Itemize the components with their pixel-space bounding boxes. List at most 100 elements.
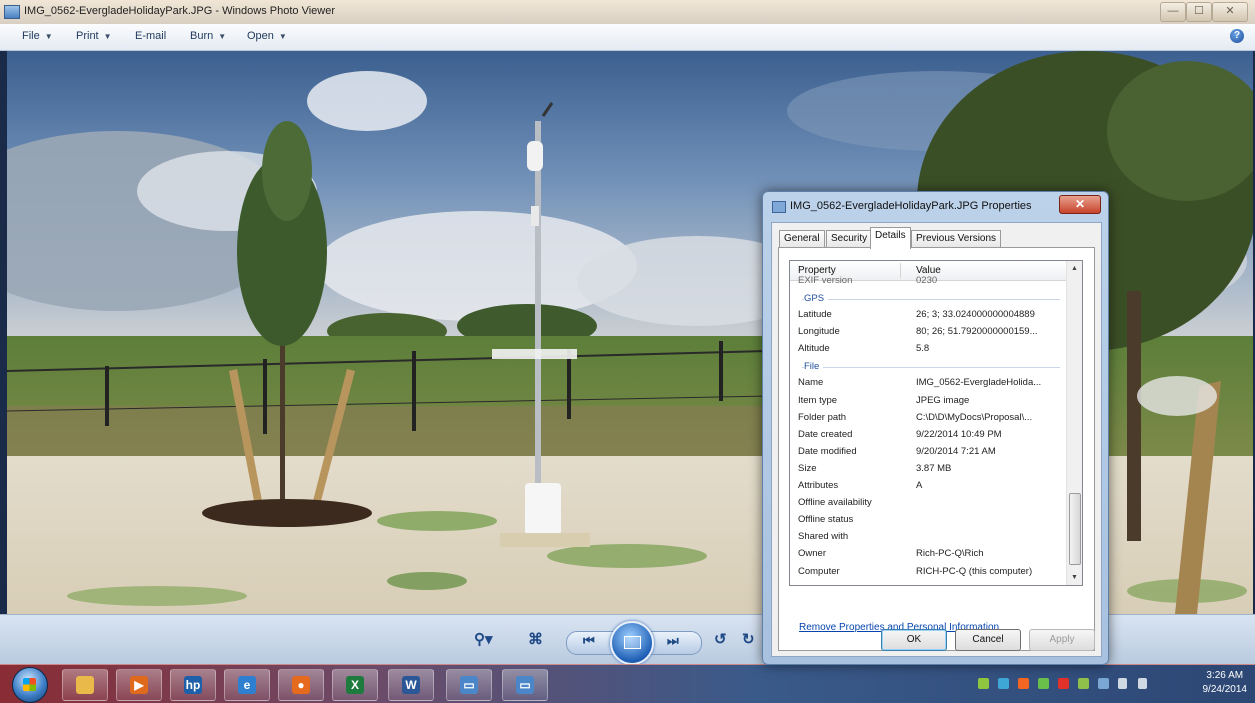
property-row[interactable]: Name IMG_0562-EvergladeHolida... [790,374,1066,391]
property-name: Latitude [798,309,832,321]
gps-rows: Latitude 26; 3; 33.024000000004889 Longitu… [790,306,1066,357]
file-rows: Name IMG_0562-EvergladeHolida... Item type… [790,374,1066,579]
tray-app-icon[interactable] [1078,678,1089,689]
help-icon[interactable]: ? [1230,29,1244,43]
volume-icon[interactable] [1138,678,1147,689]
property-row[interactable]: Folder path C:\D\D\MyDocs\Proposal\... [790,409,1066,426]
menu-file[interactable]: File ▼ [22,30,53,42]
property-value: 80; 26; 51.7920000000159... [916,326,1038,338]
clock-time: 3:26 AM [1206,670,1244,681]
property-row[interactable]: Latitude 26; 3; 33.024000000004889 [790,306,1066,323]
property-name: Altitude [798,343,830,355]
taskbar-media-player-button[interactable]: ▶ [116,669,162,701]
taskbar-photo-viewer-button[interactable]: ▭ [446,669,492,701]
property-value: 9/20/2014 7:21 AM [916,445,996,457]
cancel-button[interactable]: Cancel [955,629,1021,651]
clock[interactable]: 3:26 AM 9/24/2014 [1203,669,1248,697]
tab-previous-versions[interactable]: Previous Versions [911,230,1002,248]
menu-burn[interactable]: Burn ▼ [190,30,226,42]
taskbar-internet-explorer-button[interactable]: e [224,669,270,701]
menu-bar: File ▼ Print ▼ E-mail Burn ▼ Open ▼ ? [0,24,1255,51]
scrollbar-thumb[interactable] [1069,493,1081,565]
menu-burn-label: Burn [190,30,214,42]
tab-general[interactable]: General [779,230,825,248]
apply-button[interactable]: Apply [1029,629,1095,651]
chevron-down-icon: ▼ [44,32,53,41]
property-row[interactable]: Shared with [790,528,1066,545]
taskbar-word-button[interactable]: W [388,669,434,701]
property-row[interactable]: Computer RICH-PC-Q (this computer) [790,563,1066,580]
property-value: 3.87 MB [916,462,952,474]
tray-app-icon[interactable] [978,678,989,689]
property-name: Owner [798,548,826,560]
property-row[interactable]: Date modified 9/20/2014 7:21 AM [790,443,1066,460]
excel-icon: X [346,676,364,694]
next-icon[interactable]: ⏭ [667,633,679,649]
menu-file-label: File [22,30,40,42]
property-name: Date modified [798,445,857,457]
property-row[interactable]: Item type JPEG image [790,392,1066,409]
network-icon[interactable] [1118,678,1127,689]
chevron-down-icon: ▼ [278,32,287,41]
property-name: Offline availability [798,497,872,509]
maximize-button[interactable]: ☐ [1186,2,1212,22]
property-value: RICH-PC-Q (this computer) [916,565,1033,577]
property-name: Attributes [798,480,839,492]
property-value: 5.8 [916,343,930,355]
taskbar-windows-explorer-button[interactable] [62,669,108,701]
tab-details[interactable]: Details [870,227,911,249]
taskbar-firefox-button[interactable]: ● [278,669,324,701]
scroll-down-arrow-icon[interactable]: ▼ [1067,570,1082,585]
property-value: C:\D\D\MyDocs\Proposal\... [916,411,1033,423]
properties-list[interactable]: Property Value EXIF version 0230 GPS Lat… [789,260,1083,586]
minimize-button[interactable]: — [1160,2,1186,22]
group-divider [802,299,1060,300]
tray-app-icon[interactable] [1018,678,1029,689]
property-name: Item type [798,394,838,406]
slideshow-button[interactable] [610,621,654,665]
tray-app-icon[interactable] [998,678,1009,689]
scroll-up-arrow-icon[interactable]: ▲ [1067,261,1082,276]
chevron-down-icon: ▼ [218,32,227,41]
actual-size-icon[interactable]: ⌘ [528,630,543,648]
property-row[interactable]: Offline status [790,511,1066,528]
property-row[interactable]: Owner Rich-PC-Q\Rich [790,545,1066,562]
property-row[interactable]: Date created 9/22/2014 10:49 PM [790,426,1066,443]
start-button[interactable] [12,667,48,703]
taskbar-photo-viewer-2-button[interactable]: ▭ [502,669,548,701]
property-row[interactable]: EXIF version 0230 [790,275,1066,289]
menu-print[interactable]: Print ▼ [76,30,112,42]
column-divider[interactable] [900,263,901,278]
property-row[interactable]: Longitude 80; 26; 51.7920000000159... [790,323,1066,340]
property-row[interactable]: Attributes A [790,477,1066,494]
clock-date: 9/24/2014 [1202,684,1248,695]
close-button[interactable]: ✕ [1212,2,1248,22]
menu-email[interactable]: E-mail [135,30,166,42]
group-header-gps: GPS [790,289,1066,306]
previous-icon[interactable]: ⏮ [583,633,595,649]
taskbar-hp-app-button[interactable]: hp [170,669,216,701]
ok-button[interactable]: OK [881,629,947,651]
tray-app-icon[interactable] [1098,678,1109,689]
taskbar-excel-button[interactable]: X [332,669,378,701]
vertical-scrollbar[interactable]: ▲ ▼ [1066,261,1082,585]
property-row[interactable]: Size 3.87 MB [790,460,1066,477]
menu-open[interactable]: Open ▼ [247,30,287,42]
photo-viewer-icon: ▭ [460,676,478,694]
property-row[interactable]: Altitude 5.8 [790,340,1066,357]
zoom-icon[interactable]: ⚲▾ [474,630,493,648]
rotate-ccw-icon[interactable]: ↺ [714,630,727,648]
property-name: Name [798,377,824,389]
slideshow-icon [624,636,641,649]
property-name: Date created [798,428,853,440]
tray-app-icon[interactable] [1038,678,1049,689]
window-title: IMG_0562-EvergladeHolidayPark.JPG - Wind… [24,5,335,17]
word-icon: W [402,676,420,694]
tray-app-icon[interactable] [1058,678,1069,689]
dialog-body: General Security Details Previous Versio… [771,222,1102,657]
internet-explorer-icon: e [238,676,256,694]
dialog-close-button[interactable]: ✕ [1059,195,1101,214]
tab-security[interactable]: Security [826,230,873,248]
property-row[interactable]: Offline availability [790,494,1066,511]
rotate-cw-icon[interactable]: ↻ [742,630,755,648]
